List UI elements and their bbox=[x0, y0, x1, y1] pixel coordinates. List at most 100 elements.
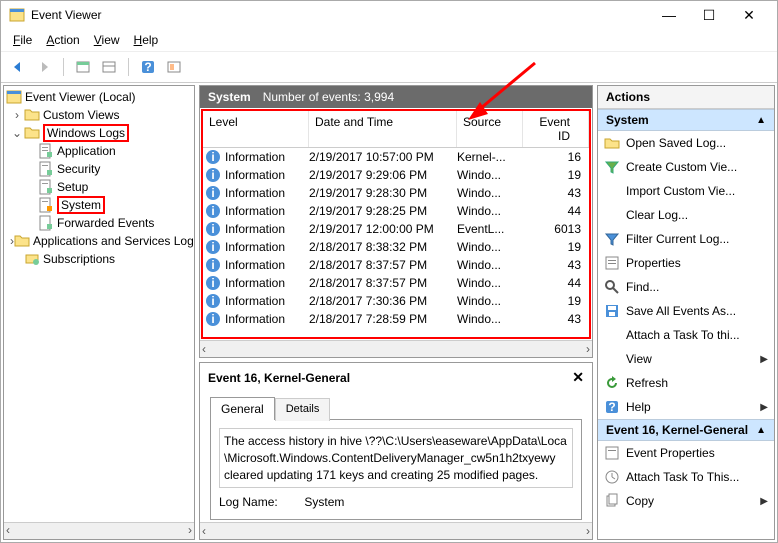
detail-body[interactable]: The access history in hive \??\C:\Users\… bbox=[210, 419, 582, 520]
action-clear-log[interactable]: Clear Log... bbox=[598, 203, 774, 227]
action-attach-task-event[interactable]: Attach Task To This... bbox=[598, 465, 774, 489]
action-help[interactable]: ?Help▶ bbox=[598, 395, 774, 419]
toolbar-btn-2[interactable] bbox=[98, 56, 120, 78]
event-row[interactable]: iInformation2/18/2017 8:37:57 PMWindo...… bbox=[203, 274, 589, 292]
svg-text:i: i bbox=[211, 222, 214, 236]
event-columns: Level Date and Time Source Event ID bbox=[203, 111, 589, 148]
tree-subscriptions[interactable]: Subscriptions bbox=[4, 250, 194, 268]
tree-hscroll[interactable]: ‹› bbox=[4, 522, 194, 539]
cell-datetime: 2/19/2017 9:29:06 PM bbox=[309, 168, 457, 182]
expand-icon[interactable]: › bbox=[10, 108, 24, 122]
col-source[interactable]: Source bbox=[457, 111, 523, 147]
menubar: File Action View Help bbox=[1, 29, 777, 51]
cell-eventid: 43 bbox=[523, 258, 589, 272]
tree-label: Applications and Services Logs bbox=[33, 234, 195, 248]
cell-level: Information bbox=[225, 294, 309, 308]
event-row[interactable]: iInformation2/18/2017 7:28:59 PMWindo...… bbox=[203, 310, 589, 328]
info-icon: i bbox=[205, 149, 221, 165]
logname-value: System bbox=[304, 495, 344, 509]
col-eventid[interactable]: Event ID bbox=[523, 111, 589, 147]
cell-source: EventL... bbox=[457, 222, 523, 236]
actions-section-event[interactable]: Event 16, Kernel-General▲ bbox=[598, 419, 774, 441]
event-row[interactable]: iInformation2/19/2017 9:28:25 PMWindo...… bbox=[203, 202, 589, 220]
tree-label: Application bbox=[57, 144, 116, 158]
help-button[interactable]: ? bbox=[137, 56, 159, 78]
action-attach-task[interactable]: Attach a Task To thi... bbox=[598, 323, 774, 347]
action-properties[interactable]: Properties bbox=[598, 251, 774, 275]
actions-section-system[interactable]: System▲ bbox=[598, 109, 774, 131]
svg-text:i: i bbox=[211, 276, 214, 290]
tree-windows-logs[interactable]: ⌄ Windows Logs bbox=[4, 124, 194, 142]
cell-source: Windo... bbox=[457, 240, 523, 254]
col-level[interactable]: Level bbox=[203, 111, 309, 147]
cell-source: Windo... bbox=[457, 312, 523, 326]
tree-security[interactable]: Security bbox=[4, 160, 194, 178]
cell-level: Information bbox=[225, 186, 309, 200]
tab-details[interactable]: Details bbox=[275, 398, 331, 421]
cell-datetime: 2/19/2017 12:00:00 PM bbox=[309, 222, 457, 236]
folder-icon bbox=[14, 233, 30, 249]
detail-close-icon[interactable]: ✕ bbox=[572, 369, 584, 386]
tree-root-label: Event Viewer (Local) bbox=[25, 90, 136, 104]
maximize-button[interactable]: ☐ bbox=[689, 7, 729, 24]
cell-level: Information bbox=[225, 258, 309, 272]
event-row[interactable]: iInformation2/19/2017 9:29:06 PMWindo...… bbox=[203, 166, 589, 184]
tree-label: Subscriptions bbox=[43, 252, 115, 266]
action-import-custom-view[interactable]: Import Custom Vie... bbox=[598, 179, 774, 203]
col-datetime[interactable]: Date and Time bbox=[309, 111, 457, 147]
menu-action[interactable]: Action bbox=[40, 31, 85, 49]
cell-eventid: 6013 bbox=[523, 222, 589, 236]
tab-general[interactable]: General bbox=[210, 397, 275, 420]
tree-root[interactable]: Event Viewer (Local) bbox=[4, 88, 194, 106]
cell-datetime: 2/18/2017 7:30:36 PM bbox=[309, 294, 457, 308]
action-view[interactable]: View▶ bbox=[598, 347, 774, 371]
cell-level: Information bbox=[225, 204, 309, 218]
event-row[interactable]: iInformation2/19/2017 9:28:30 PMWindo...… bbox=[203, 184, 589, 202]
refresh-icon bbox=[604, 375, 620, 391]
tree-custom-views[interactable]: › Custom Views bbox=[4, 106, 194, 124]
cell-datetime: 2/19/2017 9:28:30 PM bbox=[309, 186, 457, 200]
action-save-all[interactable]: Save All Events As... bbox=[598, 299, 774, 323]
event-row[interactable]: iInformation2/19/2017 10:57:00 PMKernel-… bbox=[203, 148, 589, 166]
cell-eventid: 19 bbox=[523, 294, 589, 308]
menu-file[interactable]: File bbox=[7, 31, 38, 49]
event-row[interactable]: iInformation2/18/2017 8:38:32 PMWindo...… bbox=[203, 238, 589, 256]
event-list[interactable]: iInformation2/19/2017 10:57:00 PMKernel-… bbox=[203, 148, 589, 337]
menu-help[interactable]: Help bbox=[128, 31, 165, 49]
action-filter-log[interactable]: Filter Current Log... bbox=[598, 227, 774, 251]
action-find[interactable]: Find... bbox=[598, 275, 774, 299]
events-hscroll[interactable]: ‹› bbox=[200, 340, 592, 357]
help-icon: ? bbox=[604, 399, 620, 415]
properties-icon bbox=[604, 445, 620, 461]
back-button[interactable] bbox=[7, 56, 29, 78]
tree-forwarded[interactable]: Forwarded Events bbox=[4, 214, 194, 232]
detail-hscroll[interactable]: ‹› bbox=[200, 522, 592, 539]
svg-text:i: i bbox=[211, 312, 214, 326]
tree-system[interactable]: System bbox=[4, 196, 194, 214]
tree-apps-services[interactable]: › Applications and Services Logs bbox=[4, 232, 194, 250]
event-row[interactable]: iInformation2/18/2017 8:37:57 PMWindo...… bbox=[203, 256, 589, 274]
action-copy[interactable]: Copy▶ bbox=[598, 489, 774, 513]
subscriptions-icon bbox=[24, 251, 40, 267]
cell-eventid: 19 bbox=[523, 240, 589, 254]
event-row[interactable]: iInformation2/18/2017 7:30:36 PMWindo...… bbox=[203, 292, 589, 310]
close-button[interactable]: ✕ bbox=[729, 7, 769, 24]
info-icon: i bbox=[205, 257, 221, 273]
minimize-button[interactable]: — bbox=[649, 7, 689, 23]
action-open-saved-log[interactable]: Open Saved Log... bbox=[598, 131, 774, 155]
nav-tree[interactable]: Event Viewer (Local) › Custom Views ⌄ Wi… bbox=[3, 85, 195, 540]
cell-source: Windo... bbox=[457, 294, 523, 308]
menu-view[interactable]: View bbox=[88, 31, 126, 49]
tree-setup[interactable]: Setup bbox=[4, 178, 194, 196]
event-row[interactable]: iInformation2/19/2017 12:00:00 PMEventL.… bbox=[203, 220, 589, 238]
action-refresh[interactable]: Refresh bbox=[598, 371, 774, 395]
collapse-icon[interactable]: ⌄ bbox=[10, 126, 24, 140]
events-count: 3,994 bbox=[364, 90, 394, 104]
action-create-custom-view[interactable]: Create Custom Vie... bbox=[598, 155, 774, 179]
action-event-properties[interactable]: Event Properties bbox=[598, 441, 774, 465]
toolbar-btn-1[interactable] bbox=[72, 56, 94, 78]
tree-application[interactable]: Application bbox=[4, 142, 194, 160]
cell-source: Windo... bbox=[457, 168, 523, 182]
toolbar-btn-4[interactable] bbox=[163, 56, 185, 78]
forward-button[interactable] bbox=[33, 56, 55, 78]
